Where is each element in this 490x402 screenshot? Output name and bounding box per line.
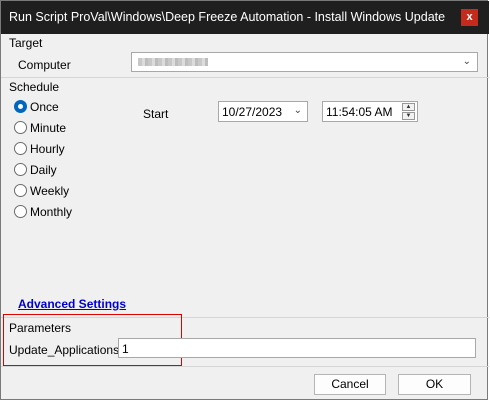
title-bar: Run Script ProVal\Windows\Deep Freeze Au…	[1, 1, 489, 34]
start-date-picker[interactable]: 10/27/2023 ⌄	[218, 101, 308, 122]
chevron-down-icon: ⌄	[293, 105, 302, 116]
ok-button[interactable]: OK	[398, 374, 471, 395]
parameter-name: Update_Applications	[9, 343, 120, 357]
schedule-section-label: Schedule	[9, 80, 60, 94]
radio-daily-label: Daily	[30, 163, 57, 177]
radio-weekly[interactable]	[14, 184, 27, 197]
divider	[1, 77, 489, 78]
target-section-label: Target	[9, 36, 43, 50]
close-icon: x	[466, 11, 473, 23]
radio-monthly-label: Monthly	[30, 205, 73, 219]
radio-weekly-label: Weekly	[30, 184, 70, 198]
chevron-down-icon: ⌄	[462, 56, 471, 67]
advanced-settings-link[interactable]: Advanced Settings	[18, 297, 126, 311]
window-title: Run Script ProVal\Windows\Deep Freeze Au…	[9, 10, 446, 24]
start-date-value: 10/27/2023	[222, 105, 283, 119]
radio-hourly[interactable]	[14, 142, 27, 155]
start-time-value: 11:54:05 AM	[326, 105, 393, 119]
radio-once-label: Once	[30, 100, 59, 114]
computer-value-redacted	[138, 58, 208, 66]
computer-label: Computer	[18, 58, 71, 72]
divider	[1, 366, 489, 367]
radio-daily[interactable]	[14, 163, 27, 176]
radio-minute[interactable]	[14, 121, 27, 134]
computer-dropdown[interactable]: ⌄	[131, 52, 478, 72]
radio-monthly[interactable]	[14, 205, 27, 218]
start-label: Start	[143, 107, 169, 121]
run-script-dialog: Run Script ProVal\Windows\Deep Freeze Au…	[0, 0, 489, 400]
close-button[interactable]: x	[461, 9, 478, 26]
parameters-section-label: Parameters	[9, 321, 72, 335]
radio-minute-label: Minute	[30, 121, 67, 135]
parameter-value: 1	[122, 342, 129, 356]
radio-once[interactable]	[14, 100, 27, 113]
radio-hourly-label: Hourly	[30, 142, 65, 156]
parameter-value-input[interactable]: 1	[118, 338, 476, 358]
caret-down-icon[interactable]: ▼	[402, 112, 415, 120]
caret-up-icon[interactable]: ▲	[402, 103, 415, 111]
cancel-button[interactable]: Cancel	[314, 374, 386, 395]
start-time-field[interactable]: 11:54:05 AM ▲ ▼	[322, 101, 418, 122]
